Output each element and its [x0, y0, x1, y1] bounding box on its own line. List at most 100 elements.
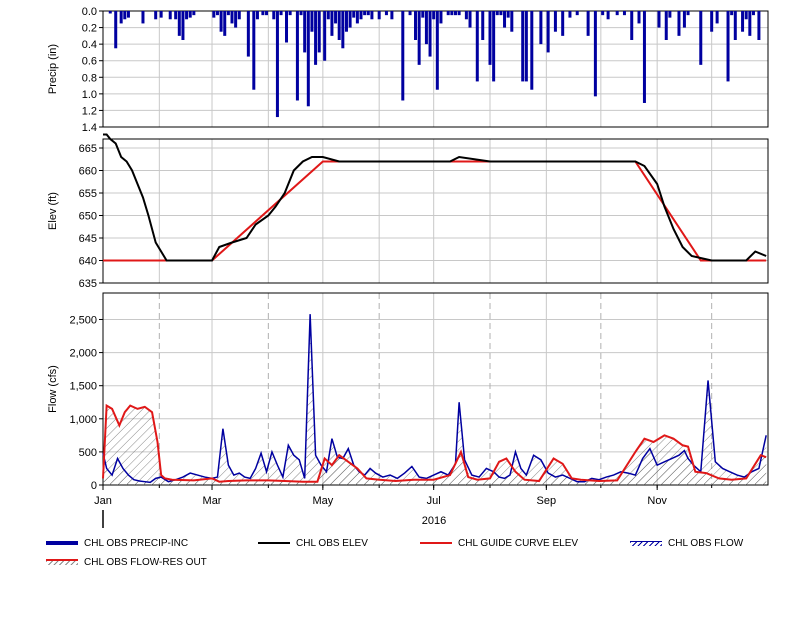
precip-bar [726, 11, 730, 82]
precip-bar [424, 11, 428, 45]
precip-bar [495, 11, 499, 16]
precip-bar [657, 11, 661, 28]
precip-bar [299, 11, 303, 16]
y-tick-label: 0.8 [82, 72, 97, 84]
precip-bar [279, 11, 283, 16]
y-tick-label: 645 [79, 233, 97, 245]
legend-precip-label: CHL OBS PRECIP-INC [84, 538, 189, 549]
y-tick-label: 650 [79, 211, 97, 223]
x-tick-label: Jan [94, 495, 112, 507]
precip-bar [215, 11, 219, 16]
precip-bar [561, 11, 565, 36]
y-tick-label: 655 [79, 188, 97, 200]
precip-bar [237, 11, 241, 20]
precip-bar [748, 11, 752, 36]
precip-bar [637, 11, 641, 24]
legend-obs-flow: CHL OBS FLOW [630, 538, 743, 549]
precip-bar [408, 11, 412, 16]
precip-bar [506, 11, 510, 18]
legend-guide-label: CHL GUIDE CURVE ELEV [458, 538, 579, 549]
flow-panel: 0 500 1,000 1,500 2,000 2,500 Flow (cfs) [47, 292, 769, 492]
precip-bar [475, 11, 479, 82]
precip-bar [546, 11, 550, 53]
precip-bar [246, 11, 250, 57]
precip-bar [303, 11, 307, 53]
legend-res-out-swatch [46, 559, 78, 566]
precip-bar [499, 11, 503, 16]
precip-bar [306, 11, 310, 107]
precip-bar [699, 11, 703, 65]
y-tick-label: 0.4 [82, 39, 97, 51]
precip-bar [123, 11, 127, 20]
y-tick-label: 1.0 [82, 89, 97, 101]
legend-guide: CHL GUIDE CURVE ELEV [420, 538, 578, 549]
precip-bar [317, 11, 321, 53]
y-tick-label: 665 [79, 143, 97, 155]
precip-bar [421, 11, 425, 18]
precip-bar [337, 11, 341, 40]
precip-bar [295, 11, 299, 101]
y-tick-label: 0.0 [82, 6, 97, 18]
precip-bar [741, 11, 745, 32]
precip-bar [733, 11, 737, 40]
precip-bar [352, 11, 356, 18]
precip-bar [359, 11, 363, 20]
x-tick-label: May [312, 495, 333, 507]
precip-bar [355, 11, 359, 24]
precip-bar [575, 11, 579, 16]
precip-bar [677, 11, 681, 36]
legend-guide-swatch [420, 542, 452, 545]
precip-bar [341, 11, 345, 49]
legend-obs-elev-label: CHL OBS ELEV [296, 538, 368, 549]
y-tick-label: 0.6 [82, 56, 97, 68]
precip-bar [435, 11, 439, 90]
precip-bar [272, 11, 276, 20]
precip-bar [715, 11, 719, 24]
precip-bar [642, 11, 646, 103]
legend-obs-elev-swatch [258, 542, 290, 545]
precip-bar [586, 11, 590, 36]
precip-bar [439, 11, 443, 24]
precip-bar [185, 11, 189, 20]
legend-obs-flow-label: CHL OBS FLOW [668, 538, 744, 549]
precip-bar [261, 11, 265, 16]
precip-bar [334, 11, 338, 24]
precip-bar [524, 11, 528, 82]
y-axis-title: Flow (cfs) [47, 365, 59, 413]
precip-bar [446, 11, 450, 16]
precip-bar [751, 11, 755, 16]
precip-bar [401, 11, 405, 101]
precip-bar [174, 11, 178, 20]
precip-bar [114, 11, 118, 49]
precip-bar [432, 11, 436, 20]
precip-bar [384, 11, 388, 16]
precip-bar [168, 11, 172, 20]
precip-bar [682, 11, 686, 28]
x-tick-label: Jul [427, 495, 441, 507]
chart: 0.00.20.40.60.81.01.21.4Precip (in) 6356… [47, 6, 769, 528]
precip-bar [370, 11, 374, 20]
precip-bar [285, 11, 289, 43]
precip-bar [330, 11, 334, 36]
legend-obs-flow-swatch [630, 540, 662, 546]
precip-bar [234, 11, 238, 28]
y-tick-label: 0 [91, 480, 97, 492]
legend-precip-swatch [46, 541, 78, 546]
precip-bar [219, 11, 223, 32]
precip-bar [377, 11, 381, 20]
precip-bar [126, 11, 130, 18]
precip-bar [252, 11, 256, 90]
precip-bar [757, 11, 761, 40]
y-tick-label: 1.2 [82, 105, 97, 117]
precip-bar [553, 11, 557, 32]
precip-bar [744, 11, 748, 20]
precip-bar [615, 11, 619, 16]
precip-bar [363, 11, 367, 16]
precip-bar [464, 11, 468, 20]
precip-bar [141, 11, 145, 24]
precip-bar [686, 11, 690, 16]
precip-bar [255, 11, 259, 20]
precip-bar [288, 11, 292, 16]
y-tick-label: 660 [79, 166, 97, 178]
precip-bar [188, 11, 192, 18]
